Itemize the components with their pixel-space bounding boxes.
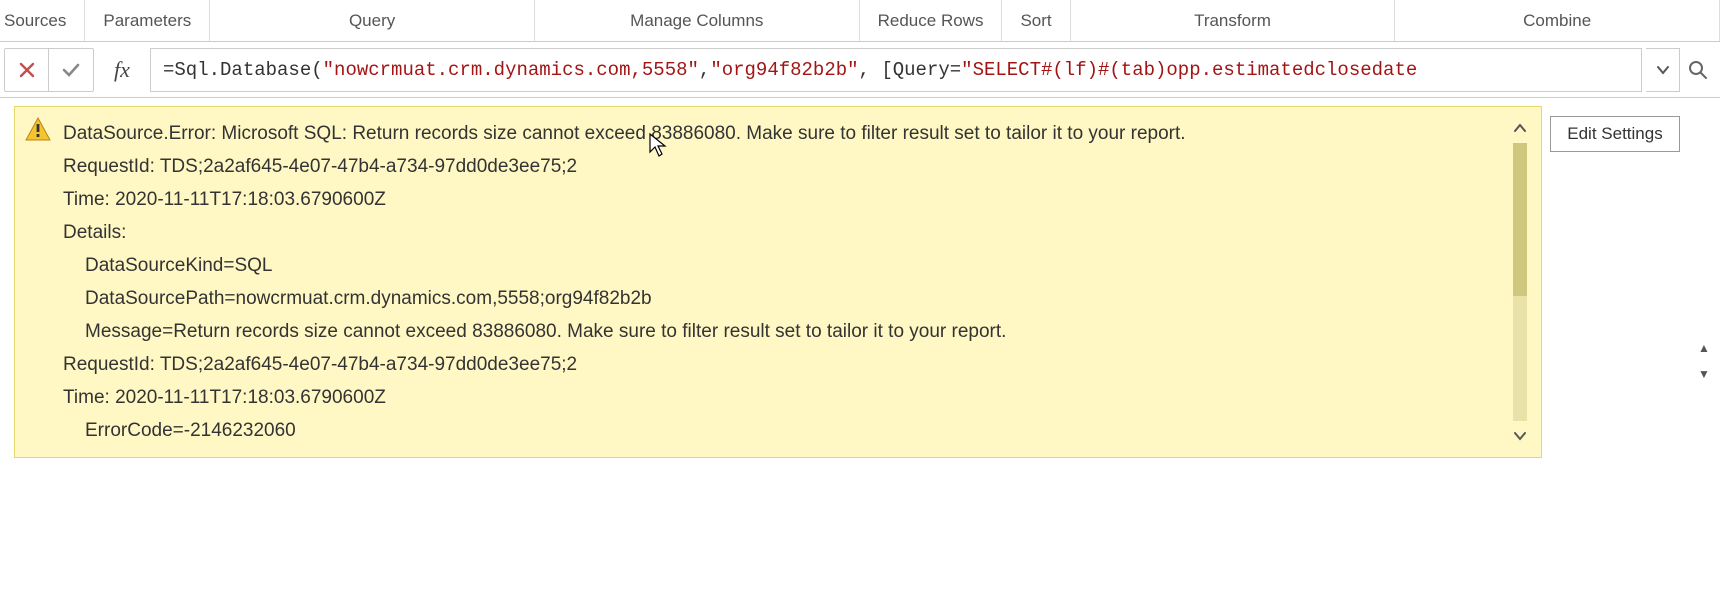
scroll-down-button[interactable] <box>1509 425 1531 447</box>
error-line-7: Message=Return records size cannot excee… <box>63 315 1501 348</box>
chevron-down-icon <box>1513 431 1527 441</box>
error-line-4: Details: <box>63 216 1501 249</box>
error-line-5: DataSourceKind=SQL <box>63 249 1501 282</box>
error-line-1: DataSource.Error: Microsoft SQL: Return … <box>63 117 1501 150</box>
formula-input[interactable]: = Sql.Database( "nowcrmuat.crm.dynamics.… <box>150 48 1642 92</box>
fx-label: fx <box>98 57 146 83</box>
ribbon-group-combine[interactable]: Combine <box>1395 0 1720 41</box>
search-area[interactable] <box>1684 60 1712 80</box>
formula-text-1: Sql.Database( <box>174 59 322 81</box>
formula-expand-button[interactable] <box>1646 48 1680 92</box>
error-message[interactable]: DataSource.Error: Microsoft SQL: Return … <box>63 117 1501 447</box>
error-pane: DataSource.Error: Microsoft SQL: Return … <box>14 106 1542 458</box>
formula-bar: fx = Sql.Database( "nowcrmuat.crm.dynami… <box>0 42 1720 98</box>
close-icon <box>18 61 36 79</box>
chevron-up-icon <box>1513 123 1527 133</box>
formula-text-3: , [Query= <box>859 59 962 81</box>
ribbon-toolbar: Sources Parameters Query Manage Columns … <box>0 0 1720 42</box>
error-line-2: RequestId: TDS;2a2af645-4e07-47b4-a734-9… <box>63 150 1501 183</box>
formula-eq: = <box>163 59 174 81</box>
error-line-3: Time: 2020-11-11T17:18:03.6790600Z <box>63 183 1501 216</box>
ribbon-group-sort[interactable]: Sort <box>1002 0 1070 41</box>
triangle-down-icon[interactable]: ▼ <box>1698 367 1710 381</box>
confirm-button[interactable] <box>49 49 93 91</box>
check-icon <box>61 61 81 79</box>
right-gutter: ▲ ▼ <box>1692 106 1716 616</box>
warning-icon <box>25 117 51 141</box>
error-scrollbar[interactable] <box>1507 117 1533 447</box>
search-icon <box>1688 60 1708 80</box>
formula-string-3: "SELECT#(lf)#(tab)opp.estimatedclosedate <box>961 59 1417 81</box>
scroll-up-button[interactable] <box>1509 117 1531 139</box>
formula-string-1: "nowcrmuat.crm.dynamics.com,5558" <box>323 59 699 81</box>
triangle-up-icon[interactable]: ▲ <box>1698 341 1710 355</box>
cancel-button[interactable] <box>5 49 49 91</box>
error-line-10: ErrorCode=-2146232060 <box>63 414 1501 447</box>
formula-string-2: "org94f82b2b" <box>710 59 858 81</box>
error-line-6: DataSourcePath=nowcrmuat.crm.dynamics.co… <box>63 282 1501 315</box>
ribbon-group-parameters[interactable]: Parameters <box>85 0 210 41</box>
ribbon-group-reduce-rows[interactable]: Reduce Rows <box>860 0 1003 41</box>
formula-action-buttons <box>4 48 94 92</box>
ribbon-group-sources[interactable]: Sources <box>0 0 85 41</box>
content-area: DataSource.Error: Microsoft SQL: Return … <box>0 98 1720 616</box>
error-line-8: RequestId: TDS;2a2af645-4e07-47b4-a734-9… <box>63 348 1501 381</box>
ribbon-group-transform[interactable]: Transform <box>1071 0 1396 41</box>
scroll-thumb[interactable] <box>1513 143 1527 296</box>
chevron-down-icon <box>1656 65 1670 75</box>
scroll-track[interactable] <box>1513 143 1527 421</box>
error-line-9: Time: 2020-11-11T17:18:03.6790600Z <box>63 381 1501 414</box>
edit-settings-button[interactable]: Edit Settings <box>1550 116 1680 152</box>
ribbon-group-manage-columns[interactable]: Manage Columns <box>535 0 860 41</box>
ribbon-group-query[interactable]: Query <box>210 0 535 41</box>
formula-text-2: , <box>699 59 710 81</box>
edit-settings-area: Edit Settings <box>1542 106 1692 616</box>
